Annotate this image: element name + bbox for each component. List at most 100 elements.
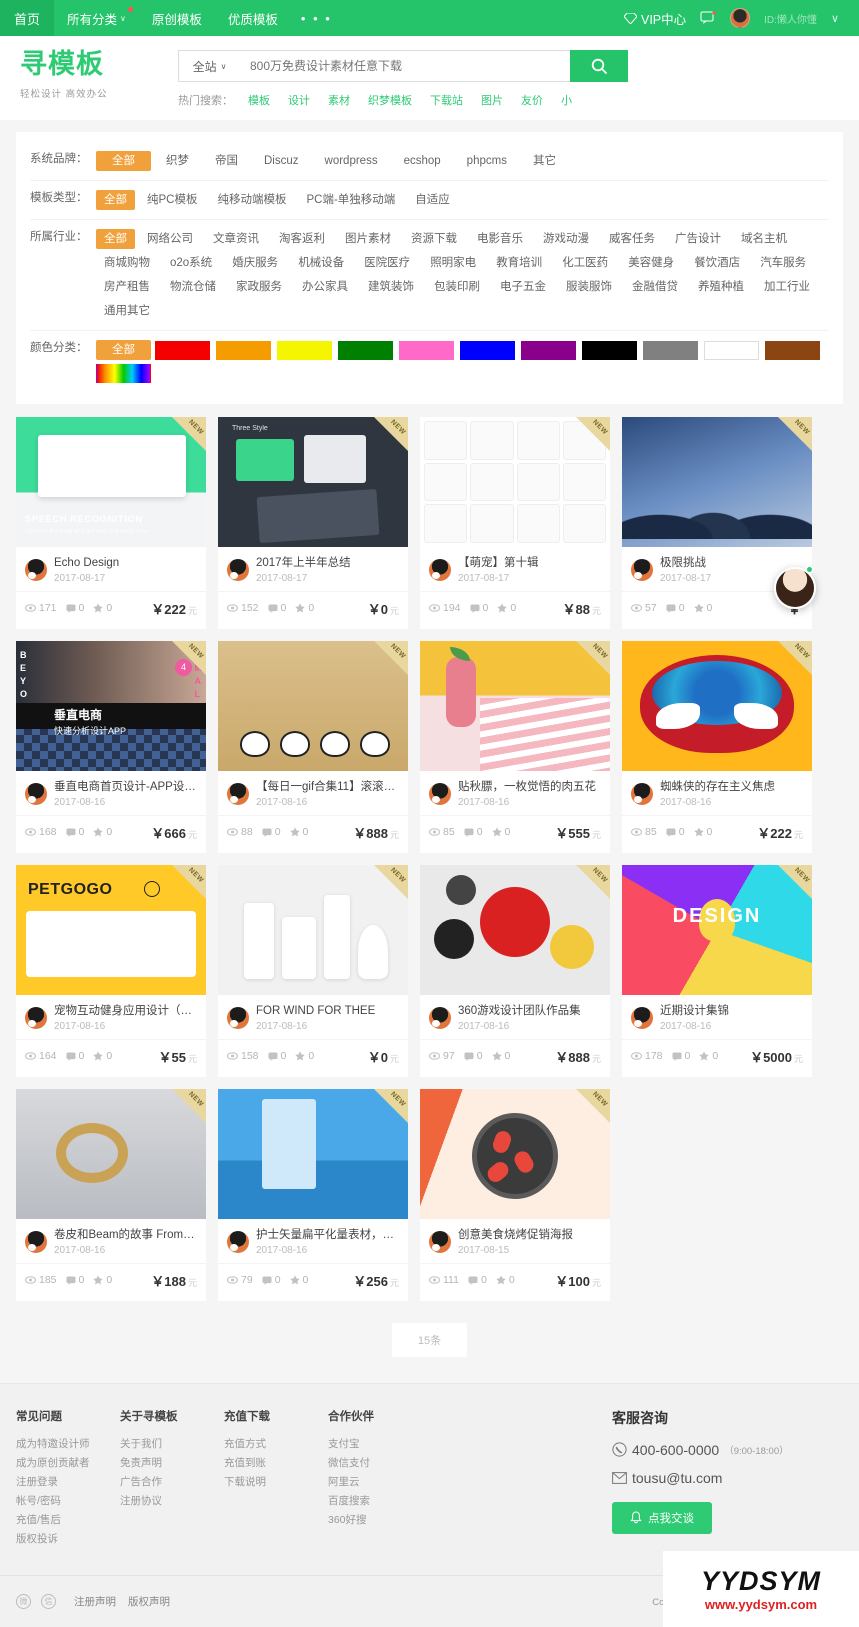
avatar[interactable] [25, 782, 47, 805]
card-thumbnail[interactable]: SPEECH RECOGNITION Listen to the song and… [16, 417, 206, 547]
template-card[interactable]: NEW 蜘蛛侠的存在主义焦虑 2017-08-16 85 0 0 ￥222 元 [622, 640, 812, 853]
filter-option[interactable]: o2o系统 [162, 253, 220, 273]
template-card[interactable]: NEW 【萌宠】第十辑 2017-08-17 194 0 0 ￥88 元 [420, 417, 610, 629]
filter-option[interactable]: 图片素材 [337, 229, 399, 249]
color-swatch[interactable] [643, 340, 698, 360]
footer-link[interactable]: 充值到账 [224, 1454, 328, 1473]
card-thumbnail[interactable]: PETGOGO NEW [16, 864, 206, 995]
filter-option[interactable]: 威客任务 [601, 229, 663, 249]
filter-option[interactable]: 包装印刷 [426, 277, 488, 297]
hot-tag[interactable]: 小 [552, 92, 581, 108]
filter-option[interactable]: 化工医药 [554, 253, 616, 273]
template-card[interactable]: NEW 贴秋膘，一枚觉悟的肉五花 2017-08-16 85 0 0 ￥555 元 [420, 640, 610, 853]
color-swatch[interactable] [155, 340, 210, 360]
color-swatch[interactable] [582, 340, 637, 360]
avatar[interactable] [631, 558, 653, 581]
filter-option[interactable]: 游戏动漫 [535, 229, 597, 249]
weibo-icon[interactable]: 微 [16, 1593, 31, 1609]
filter-option[interactable]: 广告设计 [667, 229, 729, 249]
avatar[interactable] [227, 1006, 249, 1029]
filter-option[interactable]: 网络公司 [139, 229, 201, 249]
avatar[interactable] [25, 1006, 47, 1029]
template-card[interactable]: NEW 卷皮和Beam的故事 From BIT…2017-08-16 185 00 ￥1… [16, 1088, 206, 1301]
footer-link[interactable]: 支付宝 [328, 1435, 432, 1454]
footer-link[interactable]: 微信支付 [328, 1454, 432, 1473]
footer-link[interactable]: 注册协议 [120, 1492, 224, 1511]
color-swatch[interactable] [399, 340, 454, 360]
template-card[interactable]: NEW 创意美食烧烤促销海报 2017-08-15 111 0 0 ￥100 元 [420, 1088, 610, 1301]
nav-original-templates[interactable]: 原创模板 [139, 0, 215, 36]
card-thumbnail[interactable]: DESIGN NEW [622, 864, 812, 995]
message-icon[interactable] [700, 11, 716, 25]
avatar[interactable] [730, 8, 751, 28]
template-card[interactable]: NEW 护士矢量扁平化量表材，AI源文件2017-08-16 79 00 ￥256元 [218, 1088, 408, 1301]
color-swatch[interactable] [460, 340, 515, 360]
footer-link[interactable]: 免责声明 [120, 1454, 224, 1473]
search-scope-select[interactable]: 全站 ∨ [178, 50, 240, 82]
card-title[interactable]: 360游戏设计团队作品集 [458, 1004, 601, 1019]
footer-link[interactable]: 充值/售后 [16, 1511, 120, 1530]
card-title[interactable]: FOR WIND FOR THEE [256, 1004, 399, 1019]
footer-link[interactable]: 注册登录 [16, 1473, 120, 1492]
filter-option[interactable]: 金融借贷 [624, 277, 686, 297]
template-card[interactable]: DESIGN NEW 近期设计集锦 2017-08-16 178 0 0 ￥5000 元 [622, 864, 812, 1077]
filter-option[interactable]: 办公家具 [294, 277, 356, 297]
vip-center-link[interactable]: VIP中心 [624, 9, 686, 28]
template-card[interactable]: NEW 360游戏设计团队作品集 2017-08-16 97 0 0 ￥888 元 [420, 864, 610, 1077]
filter-option[interactable]: 淘客返利 [271, 229, 333, 249]
card-thumbnail[interactable]: Three Style NEW [218, 417, 408, 547]
nav-home[interactable]: 首页 [0, 0, 55, 36]
filter-option[interactable]: 纯移动端模板 [209, 190, 294, 210]
chat-button[interactable]: 点我交谈 [612, 1501, 712, 1534]
card-thumbnail[interactable]: NEW [218, 864, 408, 995]
filter-option[interactable]: 其它 [522, 151, 567, 171]
template-card[interactable]: NEW FOR WIND FOR THEE 2017-08-16 158 0 0 ￥0 元 [218, 864, 408, 1077]
card-title[interactable]: 近期设计集锦 [660, 1004, 803, 1019]
footer-link[interactable]: 关于我们 [120, 1435, 224, 1454]
template-card[interactable]: SPEECH RECOGNITION Listen to the song and… [16, 417, 206, 629]
color-swatch[interactable] [96, 364, 151, 383]
template-card[interactable]: NEW 极限挑战 2017-08-17 57 0 0 ￥ [622, 417, 816, 629]
avatar[interactable] [631, 782, 653, 805]
card-title[interactable]: 【每日一gif合集11】滚滚中国… [256, 780, 399, 795]
filter-option[interactable]: wordpress [314, 151, 389, 171]
nav-quality-templates[interactable]: 优质模板 [215, 0, 291, 36]
color-swatch[interactable] [338, 340, 393, 360]
card-thumbnail[interactable]: NEW [622, 640, 812, 771]
filter-option[interactable]: 自适应 [407, 190, 458, 210]
color-swatch[interactable] [216, 340, 271, 360]
copyright-statement-link[interactable]: 版权声明 [128, 1594, 170, 1609]
footer-link[interactable]: 百度搜索 [328, 1492, 432, 1511]
card-title[interactable]: 2017年上半年总结 [256, 556, 399, 571]
filter-option[interactable]: 婚庆服务 [224, 253, 286, 273]
hot-tag[interactable]: 模板 [239, 92, 279, 108]
card-title[interactable]: 垂直电商首页设计-APP设计4 [54, 780, 197, 795]
card-thumbnail[interactable]: NEW [16, 1088, 206, 1219]
avatar[interactable] [631, 1006, 653, 1029]
filter-option[interactable]: 养殖种植 [690, 277, 752, 297]
footer-link[interactable]: 版权投诉 [16, 1530, 120, 1549]
footer-link[interactable]: 成为原创贡献者 [16, 1454, 120, 1473]
color-swatch[interactable] [704, 340, 759, 360]
pagination-count[interactable]: 15条 [391, 1322, 468, 1357]
filter-option[interactable]: 汽车服务 [752, 253, 814, 273]
wechat-icon[interactable]: 信 [41, 1593, 56, 1609]
register-statement-link[interactable]: 注册声明 [74, 1594, 116, 1609]
card-thumbnail[interactable]: B E Y O N M A L 4 垂直电商 快速分析设计APP NEW [16, 640, 206, 771]
avatar[interactable] [227, 1230, 249, 1253]
filter-option[interactable]: Discuz [253, 151, 310, 171]
filter-option[interactable]: 商城购物 [96, 253, 158, 273]
card-title[interactable]: 创意美食烧烤促销海报 [458, 1228, 601, 1243]
search-input[interactable] [240, 50, 570, 82]
nav-more-button[interactable]: • • • [291, 11, 342, 26]
filter-option[interactable]: 医院医疗 [356, 253, 418, 273]
footer-link[interactable]: 阿里云 [328, 1473, 432, 1492]
color-swatch[interactable] [765, 340, 820, 360]
card-thumbnail[interactable]: NEW [420, 417, 610, 547]
hot-tag[interactable]: 图片 [472, 92, 512, 108]
card-title[interactable]: 护士矢量扁平化量表材，AI源文件 [256, 1228, 399, 1243]
filter-option[interactable]: phpcms [456, 151, 518, 171]
filter-option[interactable]: 通用其它 [96, 301, 158, 321]
template-card[interactable]: PETGOGONEW宠物互动健身应用设计（附aep…2017-08-161640… [16, 864, 206, 1077]
filter-option[interactable]: 域名主机 [733, 229, 795, 249]
